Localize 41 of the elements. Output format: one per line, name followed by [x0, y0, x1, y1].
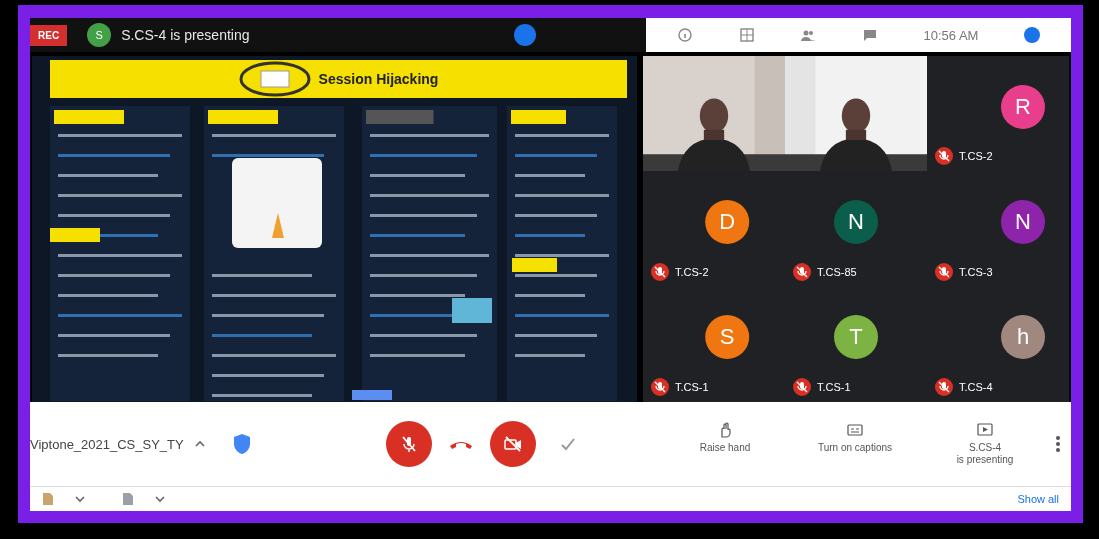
meeting-name[interactable]: Viptone_2021_CS_SY_TY	[30, 436, 184, 452]
file-icon[interactable]	[122, 492, 134, 506]
camera-off-icon	[502, 434, 523, 454]
recording-badge: REC	[30, 24, 68, 46]
participant-name: T.CS-3	[959, 265, 993, 278]
present-icon	[977, 422, 993, 438]
avatar: h	[1001, 315, 1045, 360]
presenting-status: S.CS-4 is presenting	[121, 27, 250, 43]
file-icon[interactable]	[42, 492, 54, 506]
hand-button[interactable]: Raise hand	[665, 422, 785, 466]
participant-name: T.CS-2	[959, 150, 993, 163]
show-all-link[interactable]: Show all	[1017, 493, 1059, 505]
participant-name: T.CS-2	[675, 265, 709, 278]
avatar: T	[834, 315, 878, 360]
captions-icon	[847, 422, 863, 438]
info-icon[interactable]	[676, 27, 693, 43]
shield-icon[interactable]	[231, 433, 252, 455]
more-options-icon[interactable]	[1055, 435, 1061, 453]
participant-name: T.CS-85	[817, 265, 857, 278]
avatar: R	[1001, 84, 1045, 129]
captions-button[interactable]: Turn on captions	[795, 422, 915, 466]
slide-title: Session Hijacking	[318, 71, 439, 87]
participant-name: T.CS-1	[817, 381, 851, 393]
clock-time: 10:56 AM	[923, 27, 979, 43]
chevron-icon[interactable]	[154, 493, 166, 505]
present-button[interactable]: S.CS-4 is presenting	[925, 422, 1045, 466]
participant-name: T.CS-1	[675, 381, 709, 393]
avatar: N	[1001, 200, 1045, 245]
avatar: S	[705, 315, 750, 360]
participant-avatar-icon	[514, 24, 536, 46]
camera-button[interactable]	[489, 421, 536, 467]
presenter-avatar: S	[87, 23, 112, 47]
microphone-button[interactable]	[385, 421, 432, 467]
avatar: N	[834, 200, 878, 245]
chat-icon[interactable]	[861, 27, 878, 43]
account-avatar-icon[interactable]	[1024, 27, 1041, 43]
phone-icon	[449, 441, 472, 449]
avatar: D	[705, 200, 750, 245]
grid-icon[interactable]	[738, 27, 755, 43]
chevron-icon[interactable]	[74, 493, 86, 505]
participant-name: T.CS-4	[959, 381, 993, 393]
